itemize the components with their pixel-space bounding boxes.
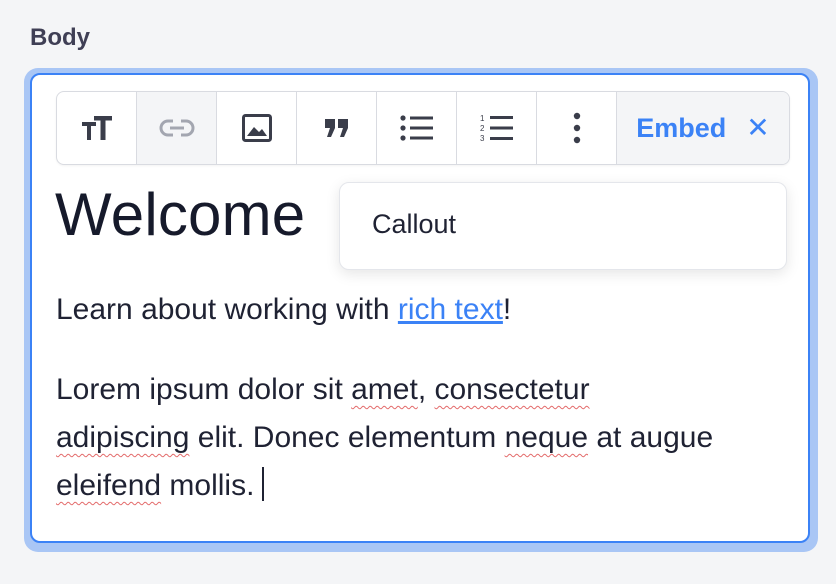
- dropdown-item-callout[interactable]: Callout: [372, 209, 456, 240]
- image-icon: [241, 114, 272, 142]
- misspelled-word: consectetur: [434, 373, 590, 406]
- paragraph-text: ,: [417, 373, 435, 406]
- misspelled-word: amet: [351, 373, 418, 406]
- svg-text:2: 2: [480, 124, 485, 133]
- link-icon: [159, 119, 194, 137]
- paragraph-text: !: [502, 293, 512, 326]
- svg-text:1: 1: [480, 114, 485, 123]
- numbered-list-button[interactable]: 1 2 3: [457, 92, 537, 164]
- text-style-button[interactable]: [57, 92, 137, 164]
- content-heading[interactable]: Welcome: [55, 180, 305, 249]
- editor-toolbar: 1 2 3 Embed ✕: [56, 91, 790, 165]
- numbered-list-icon: 1 2 3: [480, 114, 513, 143]
- close-icon[interactable]: ✕: [746, 114, 769, 142]
- text-cursor: [262, 467, 265, 501]
- image-button[interactable]: [217, 92, 297, 164]
- embed-toggle[interactable]: Embed ✕: [617, 92, 789, 164]
- more-options-button[interactable]: [537, 92, 617, 164]
- more-vertical-icon: [573, 112, 580, 144]
- paragraph-text: at augue: [588, 421, 714, 454]
- svg-text:3: 3: [480, 134, 485, 143]
- quote-button[interactable]: [297, 92, 377, 164]
- rich-text-link[interactable]: rich text: [398, 293, 503, 326]
- quote-icon: [324, 119, 348, 137]
- misspelled-word: eleifend: [56, 469, 162, 502]
- link-button[interactable]: [137, 92, 217, 164]
- paragraph-text: mollis.: [161, 469, 255, 502]
- paragraph-text: Learn about working with: [56, 293, 398, 326]
- paragraph-text: Lorem ipsum dolor sit: [56, 373, 352, 406]
- content-paragraph-2[interactable]: Lorem ipsum dolor sit amet, consectetur a…: [56, 366, 756, 510]
- misspelled-word: neque: [504, 421, 589, 454]
- embed-label: Embed: [636, 112, 727, 143]
- content-paragraph-1[interactable]: Learn about working with rich text!: [56, 286, 511, 334]
- misspelled-word: adipiscing: [56, 421, 190, 454]
- bulleted-list-icon: [399, 115, 433, 141]
- bulleted-list-button[interactable]: [377, 92, 457, 164]
- text-size-icon: [81, 116, 112, 140]
- embed-dropdown-menu: Callout: [339, 182, 787, 270]
- paragraph-text: elit. Donec elementum: [189, 421, 505, 454]
- body-field-label: Body: [30, 24, 90, 51]
